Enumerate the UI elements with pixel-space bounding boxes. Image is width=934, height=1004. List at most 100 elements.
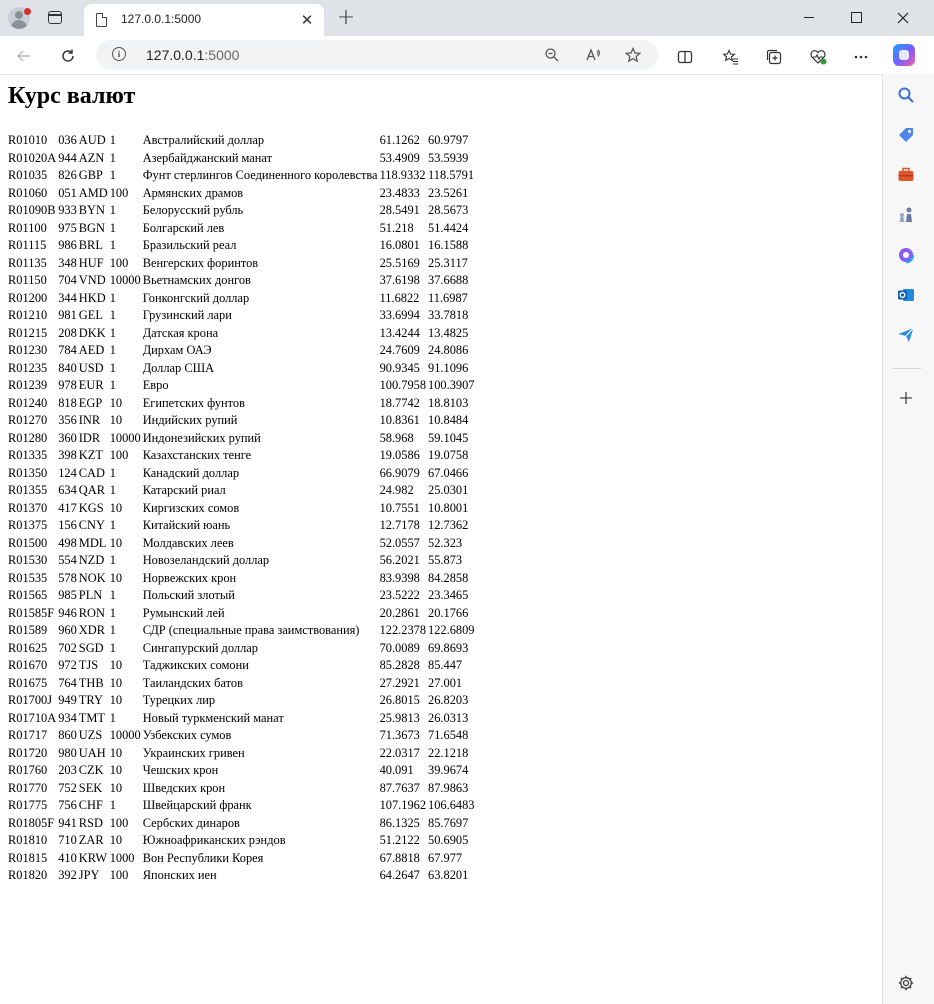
rate-name: Румынский лей: [142, 605, 225, 620]
settings-icon[interactable]: [896, 974, 916, 994]
table-row: R01035 826 GBP 1 Фунт стерлингов Соединенног…: [8, 168, 475, 184]
rate-value: 37.6198: [379, 273, 420, 287]
rate-name: Вон Республики Корея: [142, 850, 264, 865]
rate-numeric-code: 784: [58, 343, 77, 357]
office-icon[interactable]: [896, 246, 916, 266]
table-row: R01010 036 AUD 1 Австралийский доллар 61.1262…: [8, 133, 475, 149]
rate-name: Казахстанских тенге: [142, 448, 252, 462]
rate-numeric-code: 051: [58, 185, 77, 200]
url-port: :5000: [204, 47, 240, 63]
rate-value: 56.2021: [379, 553, 420, 567]
table-row: R01565 985 PLN 1 Польский злотый 23.5222 23.34…: [8, 588, 475, 604]
rate-char-code: AUD: [78, 133, 106, 147]
toolbox-icon[interactable]: [896, 166, 916, 186]
favorite-star-icon[interactable]: [623, 45, 643, 65]
rate-numeric-code: 344: [58, 290, 77, 305]
rate-numeric-code: 356: [58, 413, 77, 427]
rate-nominal: 1: [109, 798, 116, 812]
rate-value: 23.5222: [379, 588, 420, 602]
outlook-icon[interactable]: [896, 286, 916, 306]
table-row: R01720 980 UAH 10 Украинских гривен 22.0317 22…: [8, 746, 475, 762]
edge-sidebar: [882, 74, 934, 1004]
collections-icon[interactable]: [763, 45, 785, 67]
rate-code: R01535: [8, 570, 48, 585]
table-row: R01240 818 EGP 10 Египетских фунтов 18.7742 18…: [8, 396, 475, 412]
table-row: R01675 764 THB 10 Таиландских батов 27.2921 27…: [8, 676, 475, 692]
reload-button[interactable]: [54, 42, 82, 70]
rate-nominal: 1: [109, 553, 116, 567]
zoom-icon[interactable]: [542, 45, 562, 65]
new-tab-button[interactable]: +: [334, 6, 358, 30]
tag-icon[interactable]: [896, 126, 916, 146]
rate-char-code: DKK: [78, 325, 106, 340]
rate-code: R01760: [8, 763, 48, 777]
rate-name: Доллар США: [142, 360, 215, 375]
rate-code: R01235: [8, 360, 48, 375]
rates-table-body: R01010 036 AUD 1 Австралийский доллар 61.1262…: [8, 133, 475, 884]
chess-icon[interactable]: [896, 206, 916, 226]
rate-char-code: XDR: [78, 623, 105, 637]
minimize-button[interactable]: [786, 2, 832, 32]
rate-previous: 16.1588: [428, 238, 469, 252]
rate-code: R01215: [8, 325, 48, 340]
table-row: R01775 756 CHF 1 Швейцарский франк 107.1962 10…: [8, 798, 475, 814]
more-options-icon[interactable]: [850, 45, 872, 67]
rate-numeric-code: 702: [58, 640, 77, 655]
rate-char-code: GBP: [78, 168, 103, 182]
rate-value: 12.7178: [379, 518, 420, 532]
rate-numeric-code: 980: [58, 745, 77, 760]
rate-numeric-code: 398: [58, 448, 77, 462]
url-text[interactable]: 127.0.0.1:5000: [146, 47, 239, 63]
rate-char-code: CNY: [78, 518, 105, 532]
rate-nominal: 10: [109, 500, 123, 515]
rate-nominal: 100: [109, 815, 129, 830]
rate-value: 67.8818: [379, 850, 420, 865]
send-icon[interactable]: [896, 326, 916, 346]
back-button[interactable]: [10, 42, 38, 70]
tab-close-icon[interactable]: ✕: [298, 11, 316, 29]
copilot-icon[interactable]: [893, 44, 915, 66]
rate-char-code: UZS: [78, 728, 103, 742]
rate-value: 11.6822: [379, 290, 420, 305]
rate-nominal: 1: [109, 203, 116, 217]
rate-code: R01020A: [8, 150, 57, 165]
rate-code: R01230: [8, 343, 48, 357]
rate-code: R01090B: [8, 203, 56, 217]
rate-value: 100.7958: [379, 378, 427, 392]
rate-nominal: 1: [109, 325, 116, 340]
rate-nominal: 1: [109, 605, 116, 620]
site-info-icon[interactable]: i: [112, 47, 126, 61]
rate-previous: 39.9674: [428, 763, 469, 777]
rate-name: Южноафриканских рэндов: [142, 833, 286, 847]
rate-char-code: TMT: [78, 710, 105, 725]
close-window-button[interactable]: [880, 2, 926, 32]
rate-code: R01820: [8, 868, 48, 882]
favorites-icon[interactable]: [720, 45, 742, 67]
rate-numeric-code: 934: [58, 710, 77, 725]
rate-char-code: PLN: [78, 588, 103, 602]
rate-code: R01810: [8, 833, 48, 847]
browser-essentials-icon[interactable]: [807, 45, 829, 67]
rate-value: 24.7609: [379, 343, 420, 357]
table-row: R01210 981 GEL 1 Грузинский лари 33.6994 33.78…: [8, 308, 475, 324]
rate-value: 90.9345: [379, 360, 420, 375]
rate-nominal: 1: [109, 483, 116, 497]
rate-char-code: NOK: [78, 570, 106, 585]
rate-previous: 55.873: [428, 553, 463, 567]
workspaces-icon[interactable]: [48, 11, 62, 24]
rate-value: 10.8361: [379, 413, 420, 427]
search-icon[interactable]: [896, 86, 916, 106]
read-aloud-icon[interactable]: [583, 45, 603, 65]
rate-nominal: 100: [109, 185, 129, 200]
maximize-button[interactable]: [833, 2, 879, 32]
add-icon[interactable]: [896, 390, 916, 410]
split-screen-icon[interactable]: [674, 45, 696, 67]
browser-tab[interactable]: 127.0.0.1:5000 ✕: [84, 4, 324, 36]
rate-code: R01675: [8, 675, 48, 690]
address-bar[interactable]: i 127.0.0.1:5000: [96, 40, 658, 70]
rate-previous: 12.7362: [428, 518, 469, 532]
rate-nominal: 1: [109, 308, 116, 322]
rate-numeric-code: 498: [58, 535, 77, 550]
rate-previous: 63.8201: [428, 868, 469, 882]
rate-nominal: 1: [109, 588, 116, 602]
